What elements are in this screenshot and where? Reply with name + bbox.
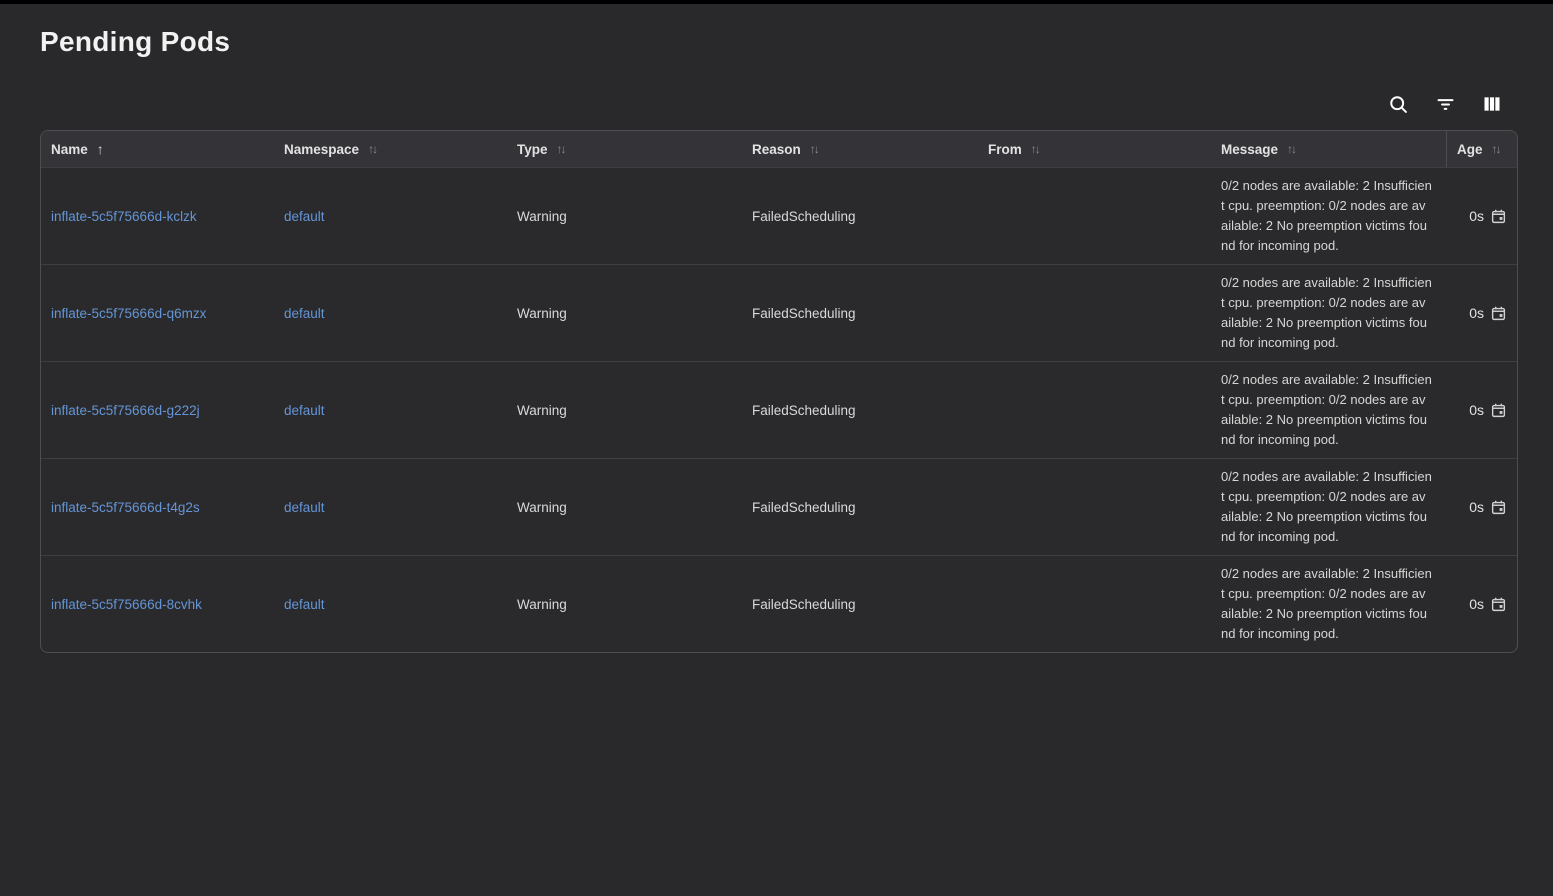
- sort-toggle-icon: ↑↓: [557, 143, 565, 155]
- calendar-icon: [1491, 209, 1506, 224]
- column-header-from[interactable]: From ↑↓: [978, 131, 1211, 167]
- cell-message: 0/2 nodes are available: 2 Insufficient …: [1211, 168, 1446, 264]
- cell-name: inflate-5c5f75666d-g222j: [41, 403, 274, 418]
- namespace-link[interactable]: default: [284, 403, 325, 418]
- pod-name-link[interactable]: inflate-5c5f75666d-8cvhk: [51, 597, 202, 612]
- column-label: Type: [517, 142, 548, 157]
- cell-reason: FailedScheduling: [742, 597, 978, 612]
- pending-pods-table: Name↑Namespace↑↓Type↑↓Reason↑↓From↑↓Mess…: [40, 130, 1518, 653]
- sort-toggle-icon: ↑↓: [810, 143, 818, 155]
- top-black-strip: [0, 0, 1553, 4]
- cell-age: 0s: [1446, 208, 1517, 224]
- age-value: 0s: [1469, 596, 1484, 612]
- cell-namespace: default: [274, 306, 507, 321]
- age-value: 0s: [1469, 208, 1484, 224]
- columns-icon: [1482, 94, 1502, 114]
- cell-message: 0/2 nodes are available: 2 Insufficient …: [1211, 362, 1446, 458]
- column-header-namespace[interactable]: Namespace ↑↓: [274, 131, 507, 167]
- cell-namespace: default: [274, 500, 507, 515]
- column-header-reason[interactable]: Reason ↑↓: [742, 131, 978, 167]
- namespace-link[interactable]: default: [284, 597, 325, 612]
- calendar-icon: [1491, 403, 1506, 418]
- column-header-type[interactable]: Type ↑↓: [507, 131, 742, 167]
- age-value: 0s: [1469, 305, 1484, 321]
- cell-message: 0/2 nodes are available: 2 Insufficient …: [1211, 265, 1446, 361]
- cell-type: Warning: [507, 597, 742, 612]
- page-title: Pending Pods: [40, 26, 1553, 58]
- cell-reason: FailedScheduling: [742, 403, 978, 418]
- column-header-name[interactable]: Name ↑: [41, 131, 274, 167]
- namespace-link[interactable]: default: [284, 500, 325, 515]
- cell-name: inflate-5c5f75666d-q6mzx: [41, 306, 274, 321]
- cell-namespace: default: [274, 209, 507, 224]
- calendar-icon: [1491, 306, 1506, 321]
- cell-reason: FailedScheduling: [742, 306, 978, 321]
- table-row: inflate-5c5f75666d-kclzk default Warning…: [41, 167, 1517, 264]
- pod-name-link[interactable]: inflate-5c5f75666d-g222j: [51, 403, 200, 418]
- table-body: inflate-5c5f75666d-kclzk default Warning…: [41, 167, 1517, 652]
- sort-toggle-icon: ↑↓: [368, 143, 376, 155]
- column-label: Namespace: [284, 142, 359, 157]
- table-row: inflate-5c5f75666d-t4g2s default Warning…: [41, 458, 1517, 555]
- calendar-icon: [1491, 597, 1506, 612]
- sort-toggle-icon: ↑↓: [1287, 143, 1295, 155]
- column-label: Name: [51, 142, 88, 157]
- cell-reason: FailedScheduling: [742, 209, 978, 224]
- cell-name: inflate-5c5f75666d-kclzk: [41, 209, 274, 224]
- app-window: Pending Pods Name↑Namespace↑↓Type↑↓Reaso…: [0, 0, 1553, 896]
- cell-name: inflate-5c5f75666d-t4g2s: [41, 500, 274, 515]
- columns-button[interactable]: [1479, 91, 1505, 117]
- calendar-icon: [1491, 500, 1506, 515]
- table-row: inflate-5c5f75666d-g222j default Warning…: [41, 361, 1517, 458]
- sort-ascending-icon: ↑: [97, 142, 104, 156]
- column-label: Message: [1221, 142, 1278, 157]
- namespace-link[interactable]: default: [284, 306, 325, 321]
- cell-type: Warning: [507, 306, 742, 321]
- column-header-message[interactable]: Message ↑↓: [1211, 131, 1446, 167]
- pod-name-link[interactable]: inflate-5c5f75666d-kclzk: [51, 209, 197, 224]
- age-value: 0s: [1469, 499, 1484, 515]
- cell-message: 0/2 nodes are available: 2 Insufficient …: [1211, 556, 1446, 652]
- pod-name-link[interactable]: inflate-5c5f75666d-q6mzx: [51, 306, 206, 321]
- cell-namespace: default: [274, 597, 507, 612]
- cell-type: Warning: [507, 403, 742, 418]
- column-header-age[interactable]: Age ↑↓: [1446, 131, 1517, 167]
- cell-age: 0s: [1446, 402, 1517, 418]
- cell-name: inflate-5c5f75666d-8cvhk: [41, 597, 274, 612]
- cell-age: 0s: [1446, 596, 1517, 612]
- cell-type: Warning: [507, 209, 742, 224]
- filter-button[interactable]: [1432, 91, 1458, 117]
- sort-toggle-icon: ↑↓: [1031, 143, 1039, 155]
- cell-type: Warning: [507, 500, 742, 515]
- table-toolbar: [0, 91, 1505, 117]
- table-row: inflate-5c5f75666d-q6mzx default Warning…: [41, 264, 1517, 361]
- search-icon: [1388, 94, 1409, 115]
- pod-name-link[interactable]: inflate-5c5f75666d-t4g2s: [51, 500, 200, 515]
- cell-age: 0s: [1446, 499, 1517, 515]
- column-label: From: [988, 142, 1022, 157]
- sort-toggle-icon: ↑↓: [1492, 143, 1500, 155]
- cell-message: 0/2 nodes are available: 2 Insufficient …: [1211, 459, 1446, 555]
- table-row: inflate-5c5f75666d-8cvhk default Warning…: [41, 555, 1517, 652]
- table-header-row: Name↑Namespace↑↓Type↑↓Reason↑↓From↑↓Mess…: [41, 131, 1517, 167]
- cell-age: 0s: [1446, 305, 1517, 321]
- age-value: 0s: [1469, 402, 1484, 418]
- cell-namespace: default: [274, 403, 507, 418]
- search-button[interactable]: [1385, 91, 1411, 117]
- column-label: Reason: [752, 142, 801, 157]
- cell-reason: FailedScheduling: [742, 500, 978, 515]
- filter-icon: [1435, 94, 1456, 115]
- namespace-link[interactable]: default: [284, 209, 325, 224]
- column-label: Age: [1457, 142, 1483, 157]
